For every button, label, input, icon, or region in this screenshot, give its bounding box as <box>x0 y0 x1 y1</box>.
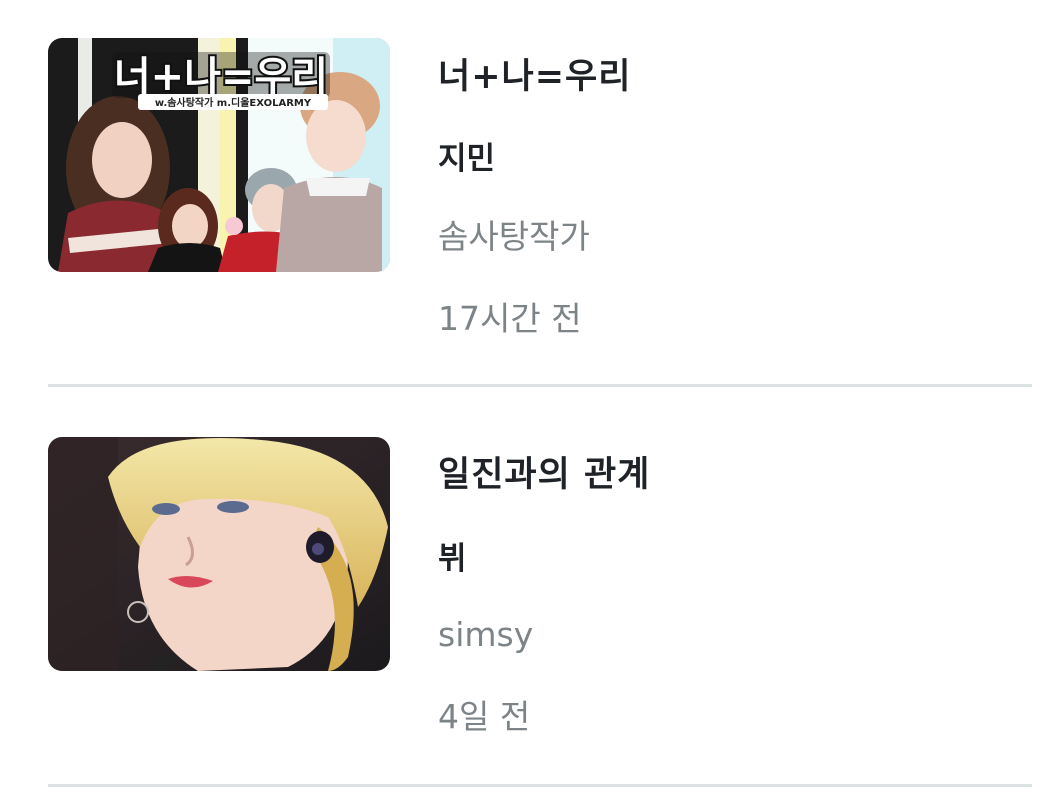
story-title[interactable]: 너+나=우리 <box>438 48 631 99</box>
story-list: 너+나=우리 w.솜사탕작가 m.디올EXOLARMY 너+나=우리 지민 솜사… <box>0 0 1051 788</box>
story-list-item[interactable]: 너+나=우리 w.솜사탕작가 m.디올EXOLARMY 너+나=우리 지민 솜사… <box>0 0 1051 398</box>
story-timestamp: 4일 전 <box>438 697 531 736</box>
story-cover-image[interactable]: 너+나=우리 w.솜사탕작가 m.디올EXOLARMY <box>48 38 390 272</box>
story-author[interactable]: 솜사탕작가 <box>438 210 590 258</box>
cover-title-text: 너+나=우리 <box>114 54 328 100</box>
story-character: 지민 <box>438 141 496 177</box>
cover-credit-text: w.솜사탕작가 m.디올EXOLARMY <box>155 96 312 109</box>
story-title[interactable]: 일진과의 관계 <box>438 446 650 497</box>
list-divider <box>48 384 1032 387</box>
story-timestamp: 17시간 전 <box>438 299 582 338</box>
story-author[interactable]: simsy <box>438 615 533 654</box>
story-list-item[interactable]: 일진과의 관계 뷔 simsy 4일 전 <box>0 398 1051 796</box>
story-character: 뷔 <box>438 541 467 577</box>
list-divider <box>48 784 1032 787</box>
story-cover-image[interactable] <box>48 437 390 671</box>
